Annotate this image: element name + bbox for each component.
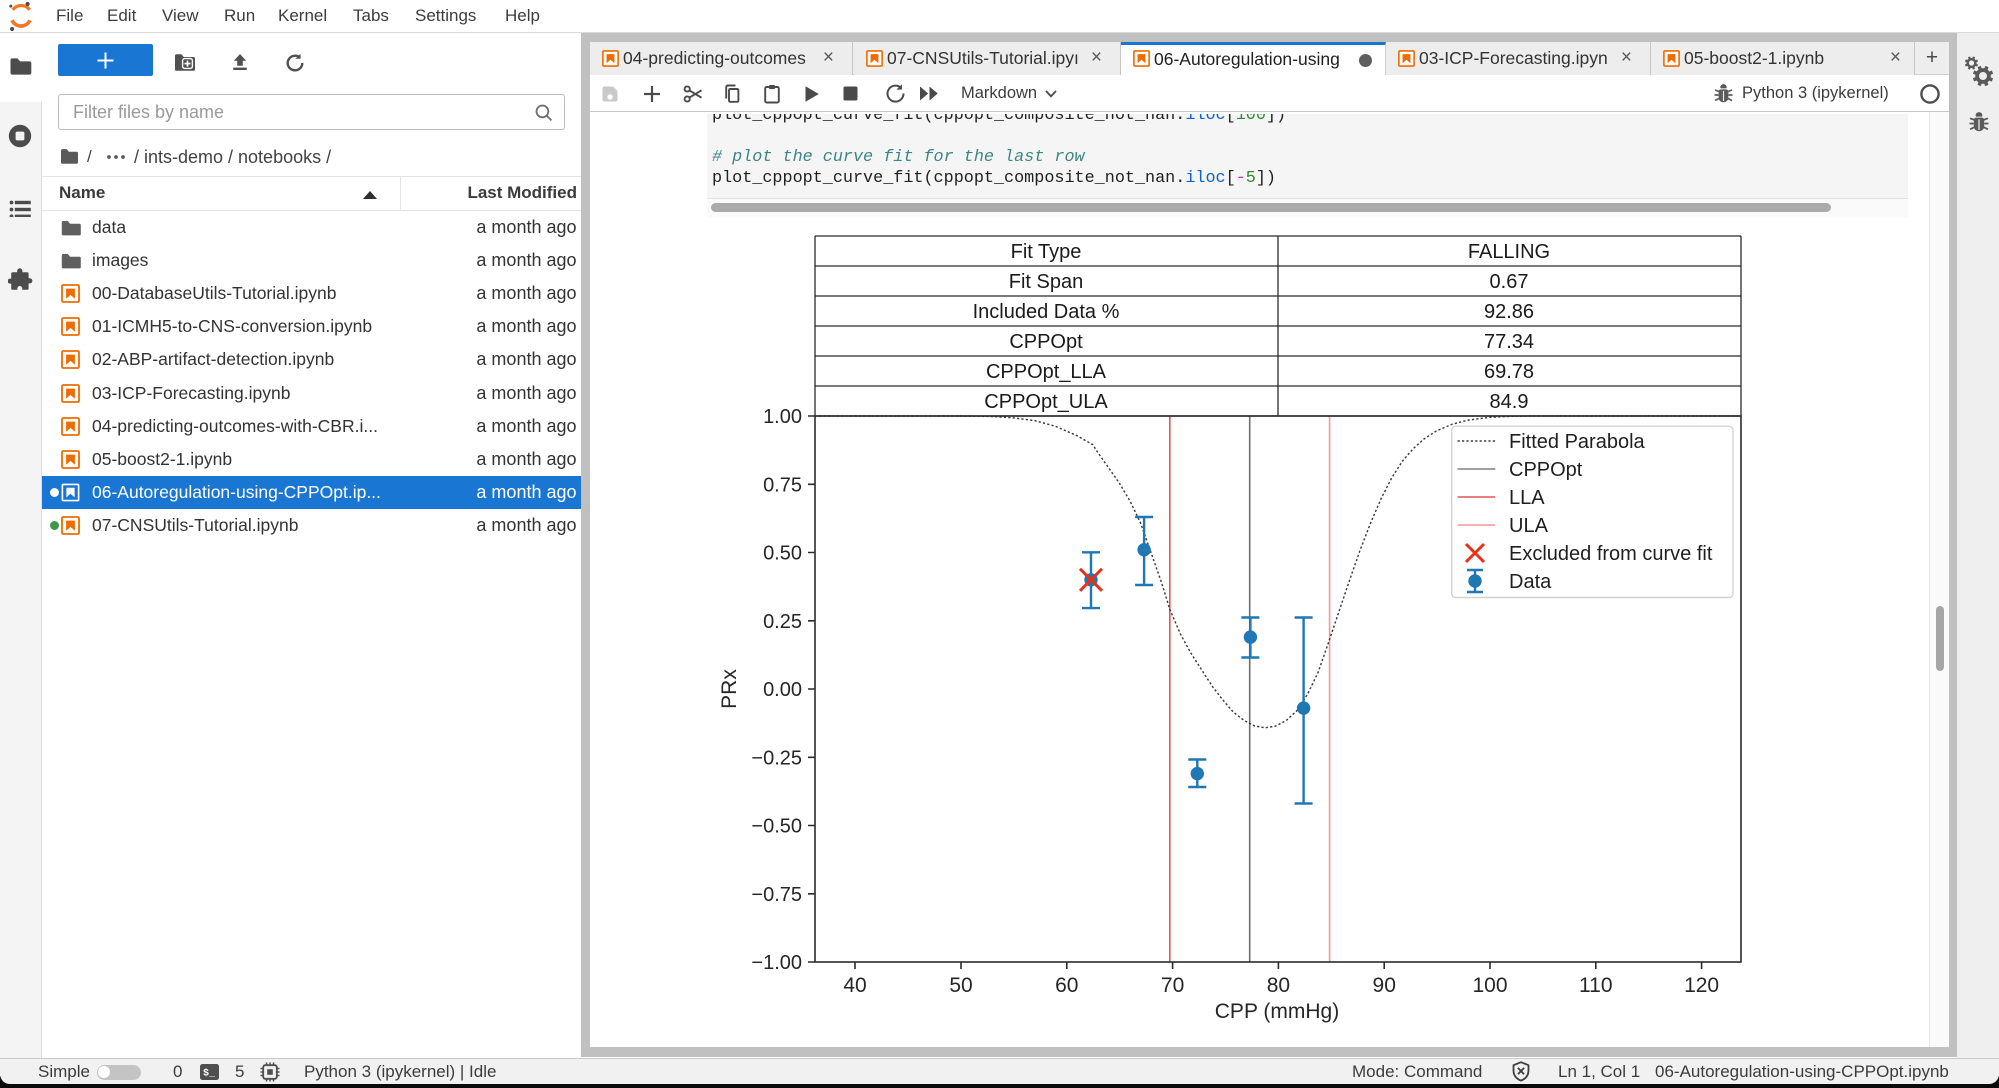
- svg-text:0.00: 0.00: [763, 679, 802, 701]
- svg-text:−0.50: −0.50: [751, 816, 802, 838]
- svg-text:40: 40: [843, 974, 866, 997]
- svg-text:77.34: 77.34: [1484, 331, 1534, 353]
- svg-text:0.67: 0.67: [1490, 271, 1529, 293]
- svg-text:84.9: 84.9: [1490, 391, 1529, 413]
- svg-text:90: 90: [1373, 974, 1396, 997]
- svg-text:0.50: 0.50: [763, 543, 802, 565]
- svg-text:LLA: LLA: [1509, 487, 1545, 509]
- svg-text:92.86: 92.86: [1484, 301, 1534, 323]
- svg-text:Fitted Parabola: Fitted Parabola: [1509, 431, 1646, 453]
- svg-text:1.00: 1.00: [763, 406, 802, 428]
- svg-text:Fit Span: Fit Span: [1009, 271, 1083, 293]
- svg-text:ULA: ULA: [1509, 515, 1549, 537]
- svg-text:0.25: 0.25: [763, 611, 802, 633]
- svg-text:60: 60: [1055, 974, 1078, 997]
- svg-text:80: 80: [1267, 974, 1290, 997]
- svg-text:Fit Type: Fit Type: [1011, 241, 1082, 263]
- svg-text:CPPOpt_LLA: CPPOpt_LLA: [986, 361, 1107, 383]
- svg-text:PRx: PRx: [718, 669, 741, 709]
- svg-text:Data: Data: [1509, 571, 1552, 593]
- svg-text:120: 120: [1684, 974, 1719, 997]
- svg-text:CPPOpt_ULA: CPPOpt_ULA: [984, 391, 1108, 413]
- svg-text:−0.75: −0.75: [751, 884, 802, 906]
- svg-text:$_: $_: [203, 1068, 216, 1080]
- svg-text:Excluded from curve fit: Excluded from curve fit: [1509, 543, 1713, 565]
- svg-text:110: 110: [1579, 974, 1612, 997]
- svg-text:FALLING: FALLING: [1468, 241, 1550, 263]
- svg-text:50: 50: [949, 974, 972, 997]
- svg-text:70: 70: [1161, 974, 1184, 997]
- svg-text:69.78: 69.78: [1484, 361, 1534, 383]
- svg-text:Included Data %: Included Data %: [973, 301, 1120, 323]
- svg-text:CPPOpt: CPPOpt: [1509, 459, 1583, 481]
- svg-text:−1.00: −1.00: [751, 952, 802, 974]
- svg-text:0.75: 0.75: [763, 474, 802, 496]
- svg-text:CPPOpt: CPPOpt: [1009, 331, 1083, 353]
- svg-text:CPP (mmHg): CPP (mmHg): [1215, 1000, 1339, 1023]
- svg-text:−0.25: −0.25: [751, 747, 802, 769]
- svg-text:100: 100: [1472, 974, 1507, 997]
